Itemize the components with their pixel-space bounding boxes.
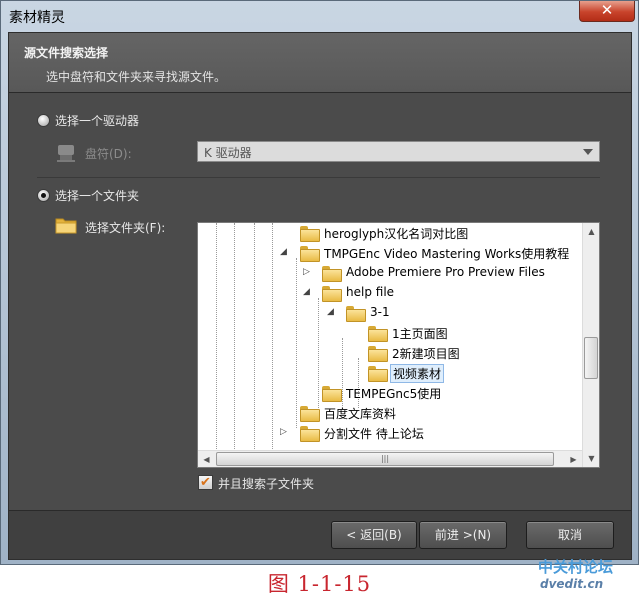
scroll-down-icon[interactable]: ▼	[583, 450, 599, 467]
watermark-line1: 中关村论坛	[538, 558, 614, 576]
folder-tree[interactable]: heroglyph汉化名词对比图 ◢ TMPGEnc Video Masteri…	[197, 222, 600, 468]
tree-guide	[318, 298, 319, 408]
tree-node-label: TEMPEGnc5使用	[346, 387, 442, 401]
header-band: 源文件搜索选择 选中盘符和文件夹来寻找源文件。	[9, 33, 631, 93]
tree-guide	[342, 338, 343, 408]
tree-node-label: 1主页面图	[392, 327, 448, 341]
folder-icon	[368, 366, 388, 382]
scroll-right-icon[interactable]: ▶	[565, 451, 582, 467]
folder-icon	[300, 246, 320, 262]
tree-node-label: 百度文库资料	[324, 407, 397, 421]
folder-radio-label: 选择一个文件夹	[55, 189, 140, 203]
folder-icon	[300, 406, 320, 422]
tree-guide	[234, 223, 235, 453]
vertical-scrollbar[interactable]: ▲ ▼	[582, 223, 599, 467]
tree-node-label: TMPGEnc Video Mastering Works使用教程	[324, 247, 570, 261]
tree-node-label: 2新建项目图	[392, 347, 460, 361]
tree-guide	[272, 223, 273, 453]
watermark: 中关村论坛 dvedit.cn	[530, 555, 635, 597]
folder-icon	[368, 346, 388, 362]
footer-band: < 返回(B) 前进 >(N) 取消	[9, 510, 631, 559]
collapse-arrow-icon[interactable]: ◢	[303, 288, 312, 297]
close-button[interactable]: ✕	[579, 1, 635, 22]
separator	[37, 177, 600, 178]
folder-field-label: 选择文件夹(F):	[85, 221, 166, 235]
watermark-line2: dvedit.cn	[540, 577, 604, 591]
drive-select-value: K 驱动器	[204, 146, 252, 160]
scroll-thumb[interactable]	[584, 337, 598, 379]
subfolders-checkbox[interactable]: ✔	[198, 475, 213, 490]
folder-icon	[322, 386, 342, 402]
tree-node-label: 视频素材	[390, 364, 445, 383]
collapse-arrow-icon[interactable]: ◢	[327, 308, 336, 317]
window-title: 素材精灵	[9, 10, 65, 26]
dropdown-arrow-icon	[583, 149, 593, 155]
tree-guide	[254, 223, 255, 453]
scroll-thumb[interactable]: |||	[216, 452, 554, 466]
folder-icon	[322, 266, 342, 282]
collapse-arrow-icon[interactable]: ◢	[280, 248, 289, 257]
drive-radio-label: 选择一个驱动器	[55, 114, 140, 128]
back-button[interactable]: < 返回(B)	[331, 521, 417, 549]
subfolders-label: 并且搜索子文件夹	[218, 477, 315, 491]
folder-radio[interactable]	[37, 189, 50, 202]
expand-arrow-icon[interactable]: ▷	[303, 268, 312, 277]
cancel-button[interactable]: 取消	[526, 521, 614, 549]
tree-node-label: heroglyph汉化名词对比图	[324, 227, 469, 241]
tree-node-label: Adobe Premiere Pro Preview Files	[346, 265, 545, 279]
drive-radio[interactable]	[37, 114, 50, 127]
folder-icon	[322, 286, 342, 302]
header-title: 源文件搜索选择	[24, 46, 109, 60]
folder-icon	[300, 226, 320, 242]
expand-arrow-icon[interactable]: ▷	[280, 428, 289, 437]
header-subtitle: 选中盘符和文件夹来寻找源文件。	[46, 70, 227, 84]
horizontal-scrollbar[interactable]: ◀ ||| ▶	[198, 450, 582, 467]
tree-guide	[216, 223, 217, 453]
title-bar[interactable]: 素材精灵 ✕	[1, 1, 638, 31]
folder-icon	[346, 306, 366, 322]
folder-icon	[55, 218, 77, 234]
tree-node-label: 3-1	[370, 305, 390, 319]
next-button[interactable]: 前进 >(N)	[419, 521, 507, 549]
scroll-up-icon[interactable]: ▲	[583, 223, 599, 240]
scroll-left-icon[interactable]: ◀	[198, 451, 215, 467]
tree-node-label: 分割文件 待上论坛	[324, 427, 424, 441]
folder-icon	[368, 326, 388, 342]
drive-field-label: 盘符(D):	[85, 147, 132, 161]
drive-select[interactable]: K 驱动器	[197, 141, 600, 162]
folder-icon	[300, 426, 320, 442]
dialog-client: 源文件搜索选择 选中盘符和文件夹来寻找源文件。 选择一个驱动器 盘符(D): K…	[8, 32, 632, 560]
tree-guide	[296, 258, 297, 428]
tree-node-label: help file	[346, 285, 395, 299]
drive-icon	[57, 145, 75, 162]
dialog-window: 素材精灵 ✕ 源文件搜索选择 选中盘符和文件夹来寻找源文件。 选择一个驱动器 盘…	[0, 0, 639, 565]
